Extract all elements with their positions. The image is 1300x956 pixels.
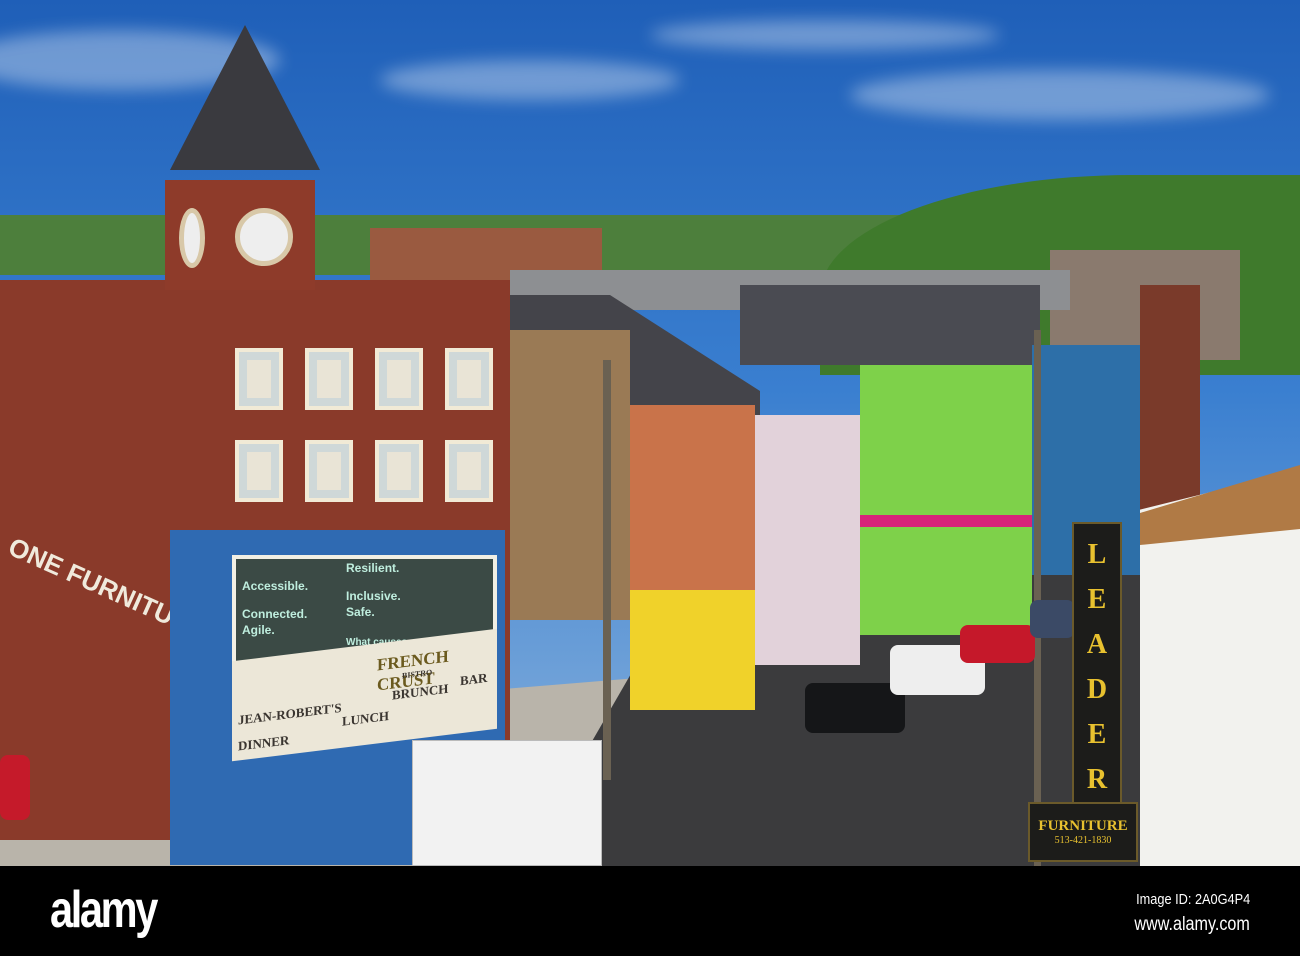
clock-face <box>235 208 293 266</box>
magenta-cornice <box>860 515 1032 527</box>
sign-letter: E <box>1087 718 1107 750</box>
leader-sign-base: FURNITURE 513-421-1830 <box>1028 802 1138 862</box>
sign-letter: E <box>1087 583 1107 615</box>
cloud <box>380 60 680 100</box>
building-side-wall <box>510 330 630 620</box>
sign-letter: R <box>1086 763 1108 795</box>
pink-rowhouse <box>755 415 860 665</box>
window-text: Safe. <box>346 605 375 619</box>
clock-face <box>179 208 205 268</box>
red-car <box>0 755 30 820</box>
alamy-url: www.alamy.com <box>1134 914 1250 935</box>
window-text: Connected. <box>242 607 308 621</box>
menu-word: DINNER <box>238 732 290 754</box>
cloud <box>650 20 1000 50</box>
yellow-storefront <box>630 590 755 710</box>
sign-phone: 513-421-1830 <box>1054 835 1112 846</box>
clock-tower <box>165 180 315 290</box>
image-id: Image ID: 2A0G4P4 <box>1135 891 1250 908</box>
utility-pole <box>603 360 611 780</box>
window-text: Resilient. <box>346 561 400 575</box>
window-text: Inclusive. <box>346 589 401 603</box>
roof <box>740 285 1040 365</box>
cloud <box>850 70 1270 120</box>
menu-word: LUNCH <box>342 707 389 729</box>
window-text: Agile. <box>242 623 275 637</box>
tower-spire <box>170 25 320 170</box>
street-photo: ONE FURNITURE Accessible. Resilient. Inc… <box>0 0 1300 866</box>
leader-furniture-sign: L E A D E R <box>1072 522 1122 812</box>
box-truck <box>412 740 602 866</box>
blue-car <box>1030 600 1075 638</box>
sign-letter: A <box>1086 628 1108 660</box>
sign-letter: L <box>1087 538 1107 570</box>
brick-rowhouse <box>1140 285 1200 515</box>
sign-furniture-text: FURNITURE <box>1038 818 1128 834</box>
red-car <box>960 625 1035 663</box>
green-rowhouse <box>860 365 1032 635</box>
sign-letter: D <box>1086 673 1108 705</box>
restaurant-owner: JEAN-ROBERT'S <box>238 699 342 728</box>
menu-word: BAR <box>460 669 488 689</box>
watermark-bar: alamy Image ID: 2A0G4P4 www.alamy.com <box>0 866 1300 956</box>
utility-pole <box>1034 330 1041 866</box>
window-text: Accessible. <box>242 579 309 593</box>
alamy-logo: alamy <box>50 881 158 939</box>
